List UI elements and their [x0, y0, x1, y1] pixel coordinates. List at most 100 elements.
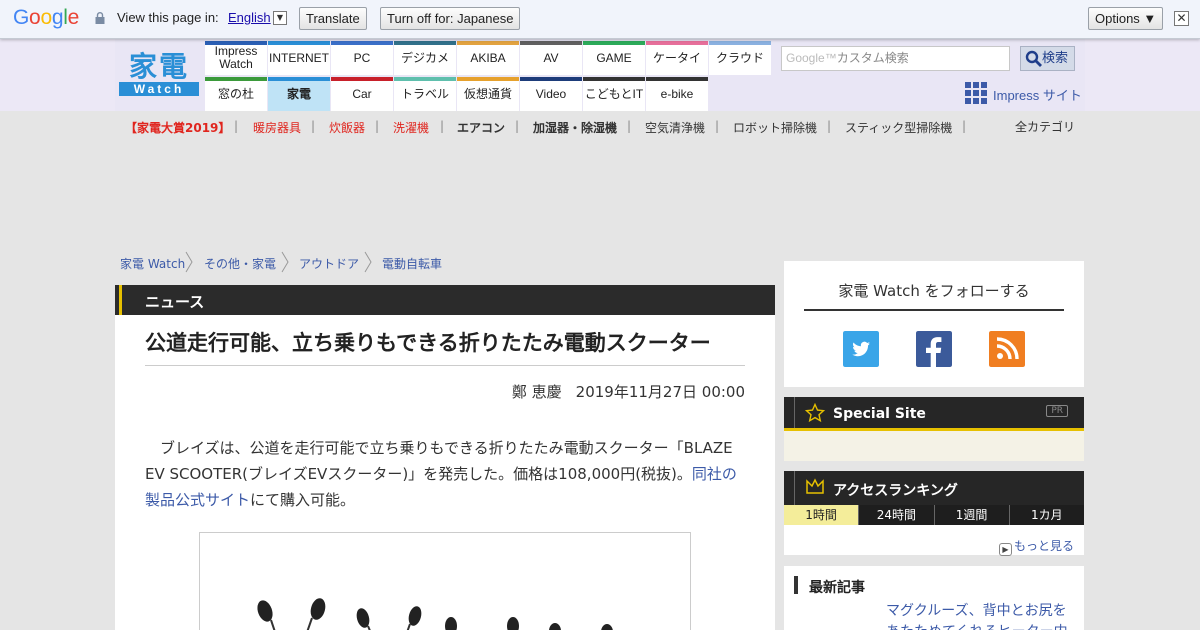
- ranking-tab-1h[interactable]: 1時間: [784, 505, 859, 525]
- ranking-header: アクセスランキング: [784, 471, 1084, 505]
- nav-tab[interactable]: AV: [520, 41, 582, 75]
- nav-tab-label: GAME: [596, 50, 632, 65]
- nav-tab-label: AKIBA: [470, 50, 506, 65]
- nav-tab[interactable]: PC: [331, 41, 393, 75]
- article-body: ブレイズは、公道を走行可能で立ち乗りもできる折りたたみ電動スクーター「BLAZE…: [145, 435, 745, 513]
- logo-kanji: 家電: [128, 50, 189, 83]
- subnav-item[interactable]: 洗濯機: [393, 119, 429, 136]
- all-categories-link[interactable]: 全カテゴリ: [1015, 118, 1075, 135]
- facebook-icon[interactable]: [916, 331, 952, 367]
- nav-tab-label: PC: [353, 50, 371, 65]
- nav-tab[interactable]: デジカメ: [394, 41, 456, 75]
- site-logo[interactable]: 家電 Watch: [119, 52, 199, 96]
- nav-tab[interactable]: Impress Watch: [205, 41, 267, 75]
- publish-date: 2019年11月27日 00:00: [575, 383, 745, 401]
- nav-tab-label: こどもとIT: [584, 86, 644, 101]
- ranking-tabs: 1時間 24時間 1週間 1カ月: [784, 505, 1084, 525]
- search-input[interactable]: Google™カスタム検索: [781, 46, 1010, 71]
- latest-item[interactable]: マグクルーズ、背中とお尻をあたためてくれるヒーター内: [886, 601, 1076, 630]
- nav-tab-label: Impress Watch: [214, 44, 258, 71]
- nav-tab-label: e-bike: [660, 86, 694, 101]
- article-title: 公道走行可能、立ち乗りもできる折りたたみ電動スクーター: [145, 331, 711, 355]
- search-icon: [1025, 50, 1042, 67]
- article: ニュース 公道走行可能、立ち乗りもできる折りたたみ電動スクーター 鄭 恵慶 201…: [115, 285, 775, 630]
- search-placeholder: カスタム検索: [836, 51, 909, 65]
- breadcrumb-item[interactable]: アウトドア: [299, 255, 359, 272]
- logo-watch: Watch: [119, 82, 199, 96]
- nav-tab[interactable]: Car: [331, 77, 393, 111]
- author: 鄭 恵慶: [511, 383, 562, 401]
- subnav-item[interactable]: 加湿器・除湿機: [533, 119, 617, 136]
- language-dropdown-icon[interactable]: ▼: [273, 11, 287, 25]
- more-link[interactable]: ▶ もっと見る: [998, 537, 1074, 556]
- nav-tab-label: INTERNET: [269, 50, 329, 65]
- impress-grid-icon[interactable]: [965, 82, 987, 104]
- special-site-body: [784, 431, 1084, 461]
- subnav-item[interactable]: 【家電大賞2019】: [125, 119, 230, 136]
- turn-off-button[interactable]: Turn off for: Japanese: [380, 7, 521, 30]
- nav-tab-label: 仮想通貨: [463, 86, 512, 101]
- rss-icon[interactable]: [989, 331, 1025, 367]
- section-header: ニュース: [115, 285, 775, 315]
- search-button[interactable]: 検索: [1020, 46, 1075, 71]
- nav-tab[interactable]: ケータイ: [646, 41, 708, 75]
- title-divider: [145, 365, 745, 366]
- subnav-item[interactable]: 炊飯器: [329, 119, 365, 136]
- breadcrumb-item[interactable]: 電動自転車: [382, 255, 442, 272]
- search-button-label: 検索: [1041, 51, 1068, 66]
- category-nav: 【家電大賞2019】 | 暖房器具 | 炊飯器 | 洗濯機 | エアコン | 加…: [0, 111, 1200, 141]
- impress-site-link[interactable]: Impress サイト: [993, 85, 1082, 104]
- breadcrumb-item[interactable]: その他・家電: [204, 255, 276, 272]
- search-brand: Google™: [786, 51, 837, 65]
- subnav-item[interactable]: エアコン: [457, 119, 505, 136]
- scooter-mirrors-image: [257, 598, 613, 630]
- follow-box: 家電 Watch をフォローする: [784, 261, 1084, 387]
- subnav-item[interactable]: 暖房器具: [253, 119, 301, 136]
- ranking-tab-24h[interactable]: 24時間: [858, 505, 934, 525]
- ranking-tab-1m[interactable]: 1カ月: [1008, 505, 1084, 525]
- nav-tab-label: Video: [535, 86, 567, 101]
- nav-tab[interactable]: 窓の杜: [205, 77, 267, 111]
- nav-tab[interactable]: INTERNET: [268, 41, 330, 75]
- subnav-item[interactable]: スティック型掃除機: [845, 119, 952, 136]
- nav-tab[interactable]: Video: [520, 77, 582, 111]
- options-button[interactable]: Options ▼: [1088, 7, 1164, 30]
- ranking-tab-1w[interactable]: 1週間: [933, 505, 1009, 525]
- nav-tab[interactable]: トラベル: [394, 77, 456, 111]
- star-icon: [805, 403, 825, 423]
- body-text: にて購入可能。: [250, 491, 356, 509]
- chevron-right-icon: [281, 251, 289, 273]
- twitter-icon[interactable]: [843, 331, 879, 367]
- translate-prompt: View this page in:: [117, 10, 219, 25]
- section-label: ニュース: [145, 293, 205, 311]
- nav-tab[interactable]: e-bike: [646, 77, 708, 111]
- ranking-title: アクセスランキング: [833, 483, 958, 499]
- article-photo[interactable]: [199, 532, 691, 630]
- nav-tab[interactable]: GAME: [583, 41, 645, 75]
- translate-button[interactable]: Translate: [299, 7, 367, 30]
- nav-tab[interactable]: AKIBA: [457, 41, 519, 75]
- latest-articles: 最新記事 マグクルーズ、背中とお尻をあたためてくれるヒーター内: [784, 566, 1084, 630]
- translate-bar: Google View this page in: English ▼ Tran…: [0, 0, 1200, 39]
- google-logo: Google: [13, 6, 79, 29]
- subnav-item[interactable]: ロボット掃除機: [733, 119, 817, 136]
- byline: 鄭 恵慶 2019年11月27日 00:00: [498, 381, 745, 402]
- language-select[interactable]: English: [228, 10, 271, 25]
- breadcrumb-item[interactable]: 家電 Watch: [120, 255, 185, 272]
- nav-tab[interactable]: こどもとIT: [583, 77, 645, 111]
- chevron-right-icon: [185, 251, 193, 273]
- follow-title: 家電 Watch をフォローする: [838, 282, 1030, 300]
- lock-icon: [95, 12, 105, 24]
- nav-tab-label: 家電: [286, 86, 311, 101]
- nav-tab-label: トラベル: [400, 86, 449, 101]
- close-icon[interactable]: ✕: [1174, 11, 1189, 26]
- ranking-body: ▶ もっと見る: [784, 525, 1084, 556]
- nav-tab[interactable]: 家電: [268, 77, 330, 111]
- nav-tab[interactable]: 仮想通貨: [457, 77, 519, 111]
- latest-title: 最新記事: [809, 580, 865, 596]
- nav-tab[interactable]: クラウド: [709, 41, 771, 75]
- nav-tab-label: デジカメ: [400, 50, 449, 65]
- subnav-item[interactable]: 空気清浄機: [645, 119, 705, 136]
- nav-tab-label: ケータイ: [652, 50, 701, 65]
- special-site-header: Special Site PR: [784, 397, 1084, 431]
